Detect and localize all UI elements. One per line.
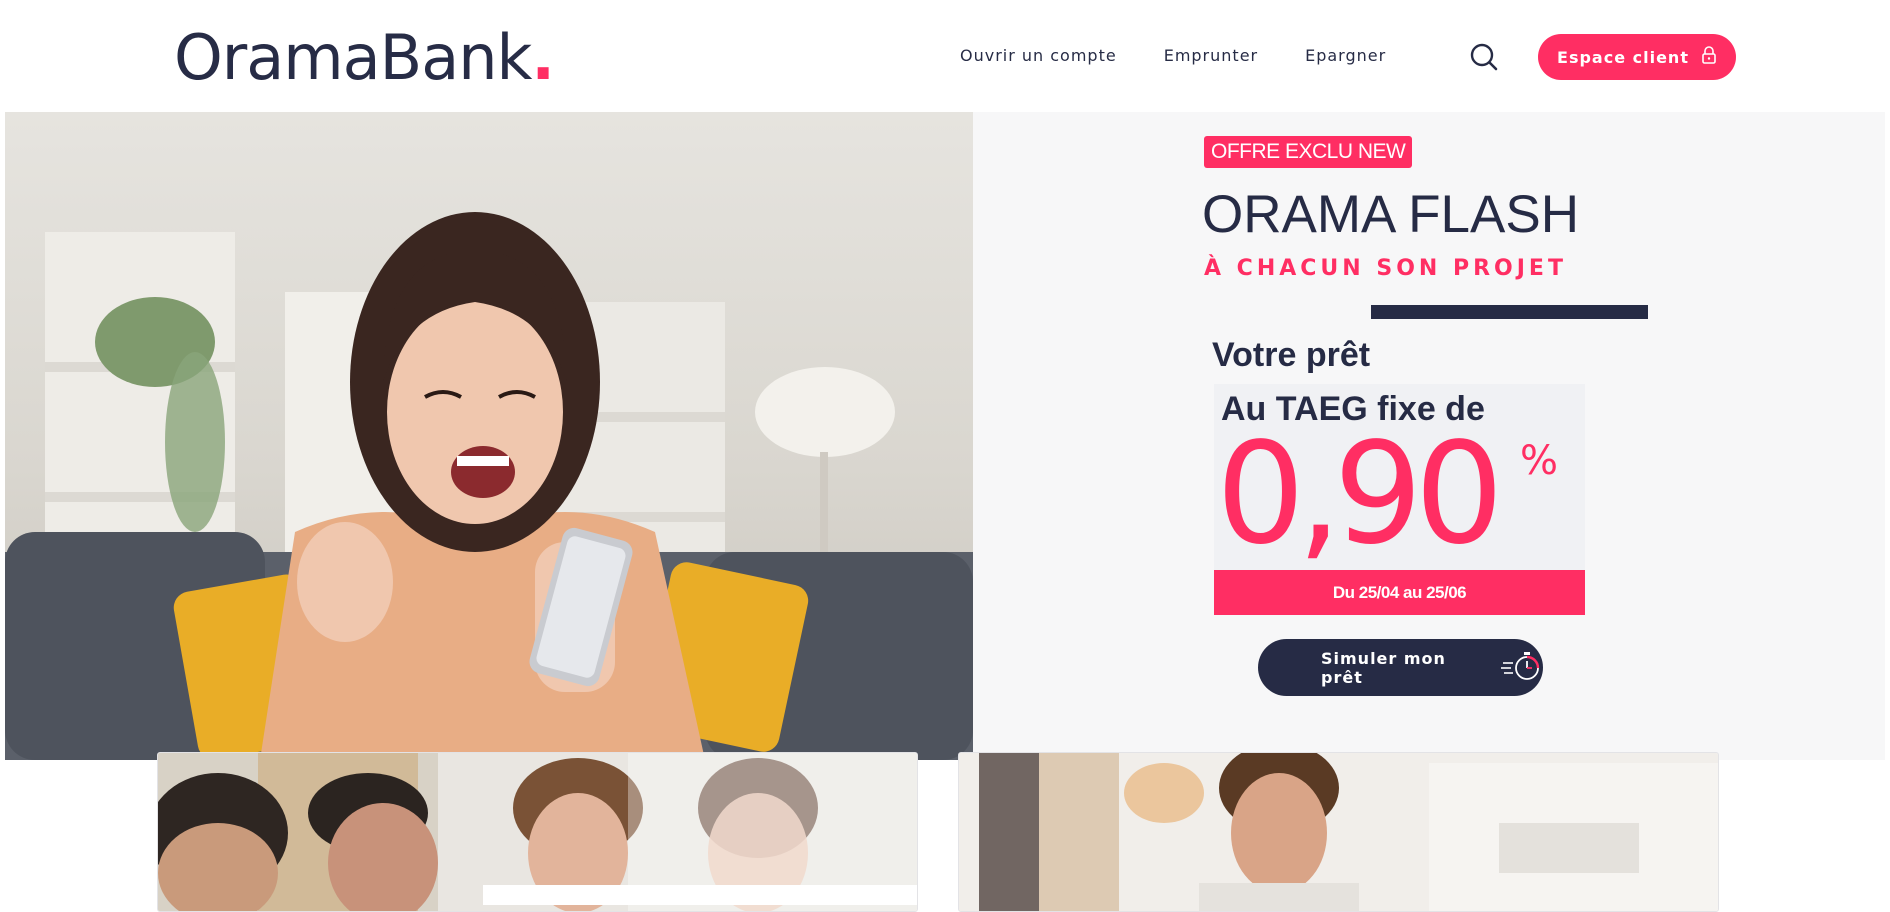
espace-client-button[interactable]: Espace client [1538,34,1736,80]
simulate-loan-button[interactable]: Simuler mon prêt [1258,639,1543,696]
card-cafe[interactable] [958,752,1719,912]
main-nav: Ouvrir un compte Emprunter Epargner [960,44,1433,68]
loan-label: Votre prêt [1212,336,1371,374]
nav-item-emprunter[interactable]: Emprunter [1164,44,1258,68]
hero-title: ORAMA FLASH [1202,185,1579,244]
rate-unit: % [1520,438,1559,484]
espace-client-label: Espace client [1557,47,1689,67]
nav-item-ouvrir-compte[interactable]: Ouvrir un compte [960,44,1117,68]
card-friends[interactable] [157,752,918,912]
hero-section: OFFRE EXCLU NEW [5,112,1885,760]
hero-divider [1371,305,1648,319]
brand-dot: . [531,21,555,94]
offer-period: Du 25/04 au 25/06 [1214,570,1585,615]
hero-photo [5,112,973,760]
card-friends-overlay [483,885,917,905]
brand-name: OramaBank [174,21,532,94]
brand-logo[interactable]: OramaBank. [174,18,555,98]
lock-icon [1701,46,1717,68]
rate-value: 0,90 [1216,413,1504,576]
stopwatch-icon [1501,649,1543,687]
offer-badge: OFFRE EXCLU NEW [1204,136,1413,168]
man-at-cafe-photo [959,753,1718,911]
site-header: OramaBank. Ouvrir un compte Emprunter Ep… [0,0,1890,112]
hero-subtitle: À CHACUN SON PROJET [1204,256,1567,281]
search-icon[interactable] [1468,41,1500,73]
simulate-loan-label: Simuler mon prêt [1321,648,1446,687]
nav-item-epargner[interactable]: Epargner [1305,44,1386,68]
